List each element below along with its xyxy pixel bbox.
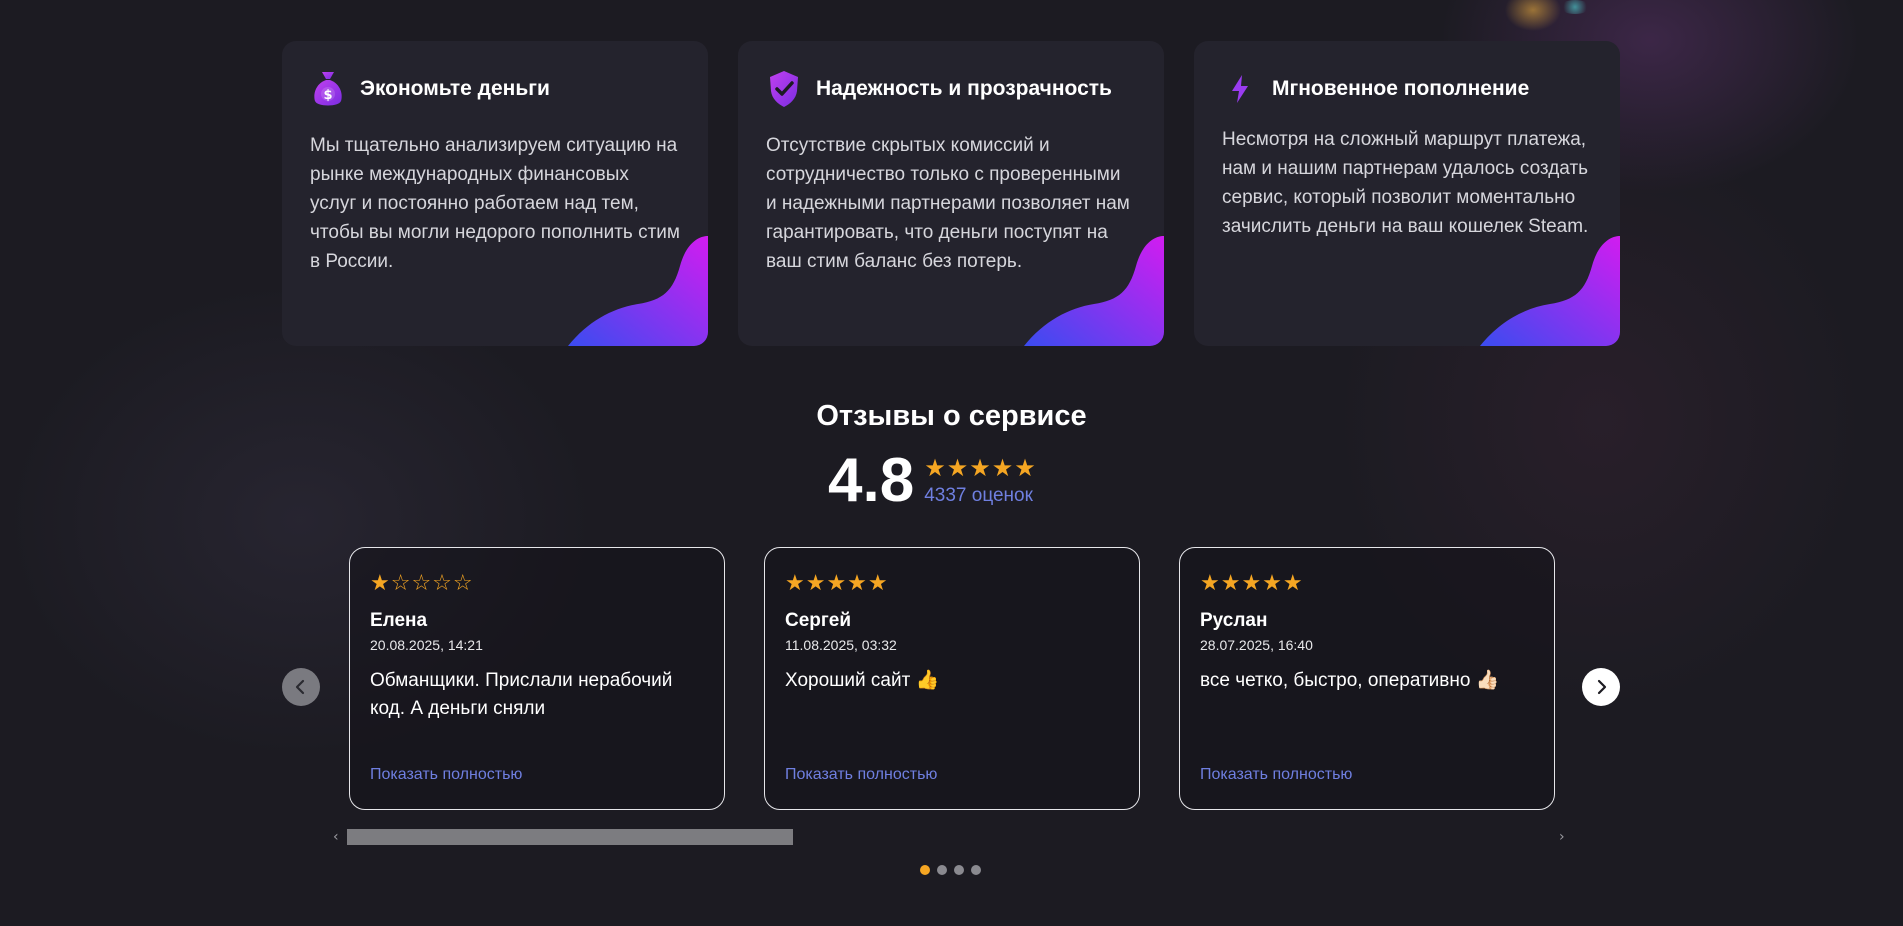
feature-card-reliability: Надежность и прозрачность Отсутствие скр…: [738, 41, 1164, 346]
review-card: ★★★★★ Сергей 11.08.2025, 03:32 Хороший с…: [764, 547, 1140, 810]
pagination-dot[interactable]: [937, 865, 947, 875]
pagination-dot[interactable]: [954, 865, 964, 875]
review-text: Хороший сайт 👍: [785, 670, 940, 691]
features-section: $ Экономьте деньги Мы тщательно анализир…: [282, 41, 1620, 346]
review-date: 11.08.2025, 03:32: [785, 637, 897, 653]
feature-card-save-money: $ Экономьте деньги Мы тщательно анализир…: [282, 41, 708, 346]
scrollbar-thumb[interactable]: [347, 829, 794, 845]
review-text: все четко, быстро, оперативно 👍🏻: [1200, 670, 1500, 691]
carousel-next-button[interactable]: [1582, 668, 1620, 706]
scrollbar-left-arrow-icon[interactable]: ‹: [333, 829, 339, 845]
decorative-wave: [568, 236, 708, 346]
background-glow: [1560, 0, 1590, 14]
review-card: ★★★★★ Руслан 28.07.2025, 16:40 все четко…: [1179, 547, 1555, 810]
review-stars: ★★★★★: [1200, 571, 1304, 596]
review-author: Елена: [370, 610, 428, 631]
review-card: ★☆☆☆☆ Елена 20.08.2025, 14:21 Обманщики.…: [349, 547, 725, 810]
rating-count-link[interactable]: 4337 оценок: [924, 485, 1037, 507]
money-bag-icon: $: [310, 69, 346, 109]
feature-title: Надежность и прозрачность: [816, 77, 1112, 100]
reviews-carousel: ★☆☆☆☆ Елена 20.08.2025, 14:21 Обманщики.…: [349, 547, 1555, 810]
review-text: Обманщики. Прислали нерабочий код. А ден…: [370, 670, 673, 719]
feature-card-instant-topup: Мгновенное пополнение Несмотря на сложны…: [1194, 41, 1620, 346]
overall-rating: 4.8 ★★★★★ 4337 оценок: [828, 450, 1037, 512]
pagination-dot[interactable]: [971, 865, 981, 875]
review-author: Сергей: [785, 610, 852, 631]
review-date: 20.08.2025, 14:21: [370, 637, 483, 653]
show-full-review-link[interactable]: Показать полностью: [785, 766, 937, 784]
svg-text:$: $: [323, 88, 332, 103]
carousel-scrollbar[interactable]: [347, 829, 1553, 845]
rating-stars: ★★★★★: [924, 454, 1037, 482]
decorative-wave: [1024, 236, 1164, 346]
reviews-title: Отзывы о сервисе: [816, 400, 1087, 432]
decorative-wave: [1480, 236, 1620, 346]
show-full-review-link[interactable]: Показать полностью: [1200, 766, 1352, 784]
feature-title: Мгновенное пополнение: [1272, 77, 1530, 100]
lightning-icon: [1222, 69, 1258, 109]
review-date: 28.07.2025, 16:40: [1200, 637, 1313, 653]
review-stars: ★★★★★: [785, 571, 889, 596]
review-stars: ★☆☆☆☆: [370, 571, 474, 596]
carousel-pagination: [920, 865, 981, 875]
rating-value: 4.8: [828, 446, 915, 515]
feature-text: Несмотря на сложный маршрут платежа, нам…: [1222, 129, 1589, 237]
feature-title: Экономьте деньги: [360, 77, 550, 100]
shield-check-icon: [766, 69, 802, 109]
chevron-right-icon: [1597, 679, 1607, 695]
pagination-dot[interactable]: [920, 865, 930, 875]
review-author: Руслан: [1200, 610, 1268, 631]
carousel-prev-button[interactable]: [282, 668, 320, 706]
show-full-review-link[interactable]: Показать полностью: [370, 766, 522, 784]
chevron-left-icon: [295, 679, 305, 695]
scrollbar-right-arrow-icon[interactable]: ›: [1559, 829, 1565, 845]
